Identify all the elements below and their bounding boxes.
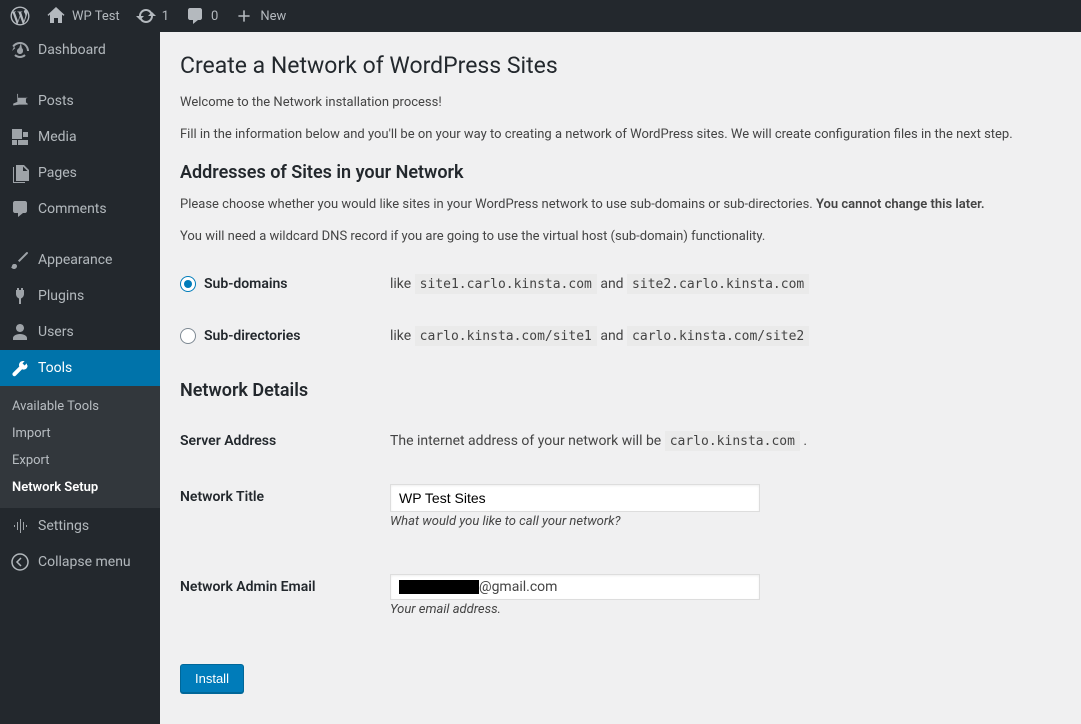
- subdomains-label: Sub-domains: [204, 276, 288, 292]
- server-address-label: Server Address: [180, 413, 380, 469]
- submenu-import[interactable]: Import: [0, 420, 160, 447]
- wp-logo[interactable]: [2, 0, 38, 32]
- network-title-label: Network Title: [180, 469, 380, 559]
- intro-text: Fill in the information below and you'll…: [180, 125, 1061, 145]
- updates-link[interactable]: 1: [128, 0, 177, 32]
- tools-icon: [10, 358, 30, 378]
- admin-email-desc: Your email address.: [390, 600, 1051, 620]
- main-content: Create a Network of WordPress Sites Welc…: [160, 32, 1081, 724]
- network-details-heading: Network Details: [180, 380, 1061, 401]
- subdirectories-option[interactable]: Sub-directories: [180, 328, 370, 344]
- submenu-export[interactable]: Export: [0, 447, 160, 474]
- sidebar-item-posts[interactable]: Posts: [0, 83, 160, 119]
- sidebar-item-dashboard[interactable]: Dashboard: [0, 32, 160, 68]
- sidebar-item-users[interactable]: Users: [0, 314, 160, 350]
- dashboard-icon: [10, 40, 30, 60]
- server-address-value: The internet address of your network wil…: [380, 413, 1061, 469]
- subdomains-example: like site1.carlo.kinsta.com and site2.ca…: [380, 258, 1061, 310]
- menu-label: Pages: [38, 165, 77, 181]
- sidebar-item-plugins[interactable]: Plugins: [0, 278, 160, 314]
- pin-icon: [10, 91, 30, 111]
- menu-label: Appearance: [38, 252, 112, 268]
- user-icon: [10, 322, 30, 342]
- sidebar-collapse[interactable]: Collapse menu: [0, 544, 160, 580]
- comments-count: 0: [211, 9, 218, 24]
- install-button[interactable]: Install: [180, 664, 244, 693]
- details-table: Server Address The internet address of y…: [180, 413, 1061, 646]
- addresses-table: Sub-domains like site1.carlo.kinsta.com …: [180, 258, 1061, 362]
- addresses-desc-1: Please choose whether you would like sit…: [180, 195, 1061, 215]
- subdomains-radio[interactable]: [180, 276, 196, 292]
- page-title: Create a Network of WordPress Sites: [180, 52, 1061, 79]
- tools-submenu: Available Tools Import Export Network Se…: [0, 386, 160, 508]
- menu-label: Collapse menu: [38, 554, 131, 570]
- menu-label: Users: [38, 324, 74, 340]
- subdirectories-example: like carlo.kinsta.com/site1 and carlo.ki…: [380, 310, 1061, 362]
- settings-icon: [10, 516, 30, 536]
- wordpress-icon: [10, 6, 30, 26]
- admin-email-label: Network Admin Email: [180, 559, 380, 647]
- subdomains-option[interactable]: Sub-domains: [180, 276, 370, 292]
- site-name-text: WP Test: [72, 9, 120, 24]
- admin-sidebar: Dashboard Posts Media Pages Commen: [0, 32, 160, 724]
- menu-label: Dashboard: [38, 42, 106, 58]
- email-suffix: @gmail.com: [479, 579, 557, 595]
- menu-label: Comments: [38, 201, 107, 217]
- welcome-text: Welcome to the Network installation proc…: [180, 93, 1061, 113]
- submenu-available-tools[interactable]: Available Tools: [0, 393, 160, 420]
- brush-icon: [10, 250, 30, 270]
- menu-label: Media: [38, 129, 77, 145]
- sidebar-item-settings[interactable]: Settings: [0, 508, 160, 544]
- sidebar-item-comments[interactable]: Comments: [0, 191, 160, 227]
- media-icon: [10, 127, 30, 147]
- menu-label: Tools: [38, 360, 72, 376]
- network-title-desc: What would you like to call your network…: [390, 512, 1051, 532]
- menu-label: Settings: [38, 518, 89, 534]
- updates-count: 1: [162, 9, 169, 24]
- page-icon: [10, 163, 30, 183]
- sidebar-item-pages[interactable]: Pages: [0, 155, 160, 191]
- redacted-text: [399, 580, 479, 594]
- update-icon: [136, 6, 156, 26]
- sidebar-item-tools[interactable]: Tools: [0, 350, 160, 386]
- home-icon: [46, 6, 66, 26]
- plugin-icon: [10, 286, 30, 306]
- subdirectories-label: Sub-directories: [204, 328, 301, 344]
- admin-email-input[interactable]: @gmail.com: [390, 574, 760, 600]
- menu-label: Plugins: [38, 288, 84, 304]
- submenu-network-setup[interactable]: Network Setup: [0, 474, 160, 501]
- comments-link[interactable]: 0: [177, 0, 226, 32]
- network-title-input[interactable]: [390, 484, 760, 512]
- subdirectories-radio[interactable]: [180, 328, 196, 344]
- plus-icon: [234, 6, 254, 26]
- site-name-link[interactable]: WP Test: [38, 0, 128, 32]
- addresses-heading: Addresses of Sites in your Network: [180, 162, 1061, 183]
- comments-icon: [10, 199, 30, 219]
- admin-toolbar: WP Test 1 0 New: [0, 0, 1081, 32]
- new-label: New: [260, 9, 286, 24]
- comments-icon: [185, 6, 205, 26]
- sidebar-item-media[interactable]: Media: [0, 119, 160, 155]
- menu-label: Posts: [38, 93, 74, 109]
- addresses-desc-2: You will need a wildcard DNS record if y…: [180, 227, 1061, 247]
- sidebar-item-appearance[interactable]: Appearance: [0, 242, 160, 278]
- collapse-icon: [10, 552, 30, 572]
- new-content-link[interactable]: New: [226, 0, 294, 32]
